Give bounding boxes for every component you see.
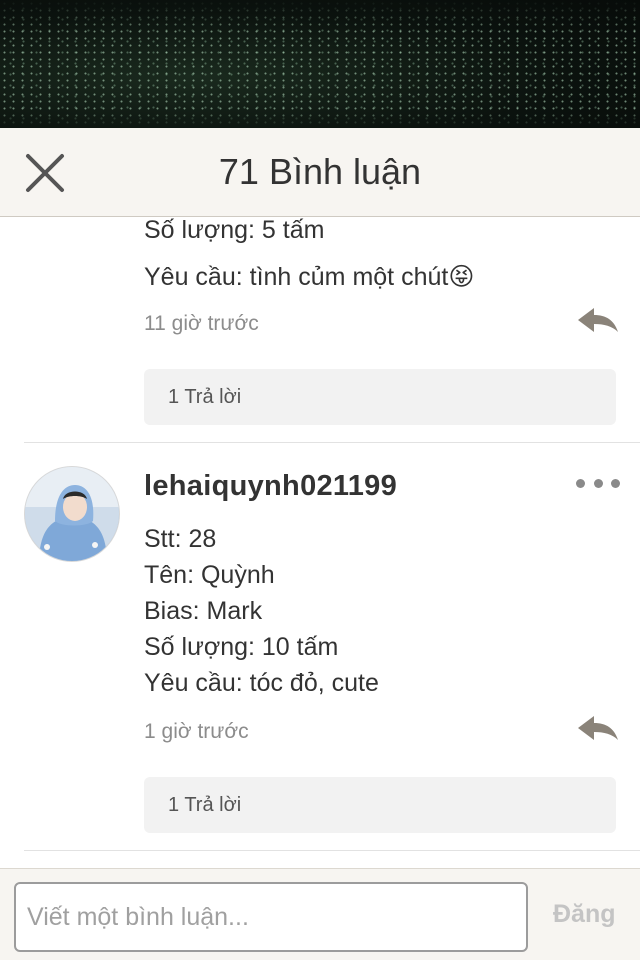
lightstick-crowd (0, 0, 640, 128)
more-options-button[interactable] (576, 476, 620, 490)
comment-username[interactable]: lehaiquynh021199 (144, 470, 397, 503)
comment-line: Tên: Quỳnh (144, 561, 275, 589)
comment-timestamp: 1 giờ trước (144, 720, 249, 743)
more-dot-icon (576, 478, 585, 488)
comment-input[interactable] (14, 882, 528, 952)
reply-icon (578, 308, 618, 332)
reply-button[interactable] (576, 306, 620, 336)
avatar[interactable] (24, 466, 120, 562)
comment-line: Yêu cầu: tình củm một chút😝 (144, 263, 475, 291)
comment-line: Số lượng: 10 tấm (144, 633, 339, 661)
more-dot-icon (593, 478, 603, 488)
comment-line: Bias: Mark (144, 597, 263, 625)
view-replies-button[interactable]: 1 Trả lời (144, 777, 616, 833)
avatar-image (25, 467, 119, 561)
comment-divider (24, 850, 640, 851)
page-title: 71 Bình luận (218, 151, 422, 192)
comment-line: Yêu cầu: tóc đỏ, cute (144, 669, 379, 697)
comment-line: Số lượng: 5 tấm (144, 218, 325, 244)
comment-timestamp: 11 giờ trước (144, 312, 259, 335)
comment-divider (24, 442, 640, 443)
post-button[interactable]: Đăng (553, 900, 616, 929)
comment-line: Stt: 28 (144, 525, 217, 553)
reply-icon (578, 716, 618, 740)
background-photo (0, 0, 640, 128)
comment-list[interactable]: Số lượng: 5 tấm Yêu cầu: tình củm một ch… (0, 218, 640, 868)
comment-composer: Đăng (0, 868, 640, 960)
view-replies-button[interactable]: 1 Trả lời (144, 369, 616, 425)
comments-header: 71 Bình luận (0, 128, 640, 217)
reply-button[interactable] (576, 714, 620, 744)
more-dot-icon (611, 478, 620, 488)
